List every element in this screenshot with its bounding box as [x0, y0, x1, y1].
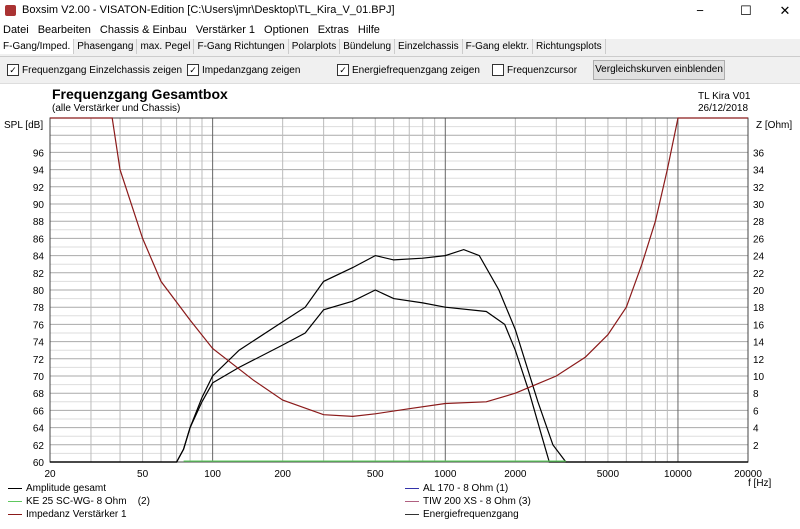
y2-tick-label: 12 — [753, 355, 765, 366]
y-tick-label: 82 — [33, 269, 45, 280]
y-tick-label: 74 — [33, 338, 45, 349]
legend-impedanz: Impedanz Verstärker 1 — [8, 509, 127, 520]
y-tick-label: 86 — [33, 234, 45, 245]
x-tick-label: 20 — [44, 469, 56, 480]
x-tick-label: 500 — [367, 469, 384, 480]
x-tick-label: 50 — [137, 469, 149, 480]
y2-tick-label: 24 — [753, 252, 765, 263]
y-tick-label: 70 — [33, 372, 45, 383]
y-tick-label: 68 — [33, 389, 45, 400]
y-tick-label: 62 — [33, 441, 45, 452]
y2-tick-label: 2 — [753, 441, 759, 452]
y-tick-label: 66 — [33, 406, 45, 417]
x-tick-label: 20000 — [734, 469, 762, 480]
x-tick-label: 2000 — [504, 469, 527, 480]
series-line-impedanz-verst-rker-1 — [50, 117, 748, 418]
y-tick-label: 94 — [33, 166, 45, 177]
y-tick-label: 64 — [33, 424, 45, 435]
y-tick-label: 96 — [33, 148, 45, 159]
y2-tick-label: 18 — [753, 303, 765, 314]
legend-label: Energiefrequenzgang — [423, 509, 519, 520]
y2-tick-label: 26 — [753, 234, 765, 245]
y-tick-label: 92 — [33, 183, 45, 194]
y-tick-label: 90 — [33, 200, 45, 211]
y-tick-label: 88 — [33, 217, 45, 228]
y-tick-label: 76 — [33, 320, 45, 331]
legend-energie: Energiefrequenzgang — [405, 509, 519, 520]
legend-label: TIW 200 XS - 8 Ohm (3) — [423, 496, 531, 507]
y2-tick-label: 20 — [753, 286, 765, 297]
y-tick-label: 80 — [33, 286, 45, 297]
x-tick-label: 100 — [204, 469, 221, 480]
y2-tick-label: 34 — [753, 166, 765, 177]
y2-tick-label: 14 — [753, 338, 765, 349]
legend-tiw200: TIW 200 XS - 8 Ohm (3) — [405, 496, 531, 507]
y2-tick-label: 32 — [753, 183, 765, 194]
y2-tick-label: 22 — [753, 269, 765, 280]
y-tick-label: 60 — [33, 458, 45, 469]
y2-tick-label: 16 — [753, 320, 765, 331]
y2-tick-label: 6 — [753, 406, 759, 417]
legend-al170: AL 170 - 8 Ohm (1) — [405, 483, 508, 494]
y2-tick-label: 8 — [753, 389, 759, 400]
y-tick-label: 72 — [33, 355, 45, 366]
x-tick-label: 1000 — [434, 469, 457, 480]
x-tick-label: 5000 — [597, 469, 620, 480]
y2-tick-label: 36 — [753, 148, 765, 159]
y2-tick-label: 10 — [753, 372, 765, 383]
legend-label: Amplitude gesamt — [26, 483, 107, 494]
y2-tick-label: 4 — [753, 424, 759, 435]
legend-amplitude: Amplitude gesamt — [8, 483, 106, 494]
y2-tick-label: 28 — [753, 217, 765, 228]
legend-label: Impedanz Verstärker 1 — [26, 509, 127, 520]
y-tick-label: 78 — [33, 303, 45, 314]
x-tick-label: 200 — [274, 469, 291, 480]
y2-tick-label: 30 — [753, 200, 765, 211]
frequency-response-chart: 6062646668707274767880828486889092949624… — [33, 117, 765, 480]
legend-label: KE 25 SC-WG- 8 Ohm (2) — [26, 496, 150, 507]
legend-label: AL 170 - 8 Ohm (1) — [423, 483, 509, 494]
x-tick-label: 10000 — [664, 469, 692, 480]
y-tick-label: 84 — [33, 252, 45, 263]
legend-ke25: KE 25 SC-WG- 8 Ohm (2) — [8, 496, 150, 507]
